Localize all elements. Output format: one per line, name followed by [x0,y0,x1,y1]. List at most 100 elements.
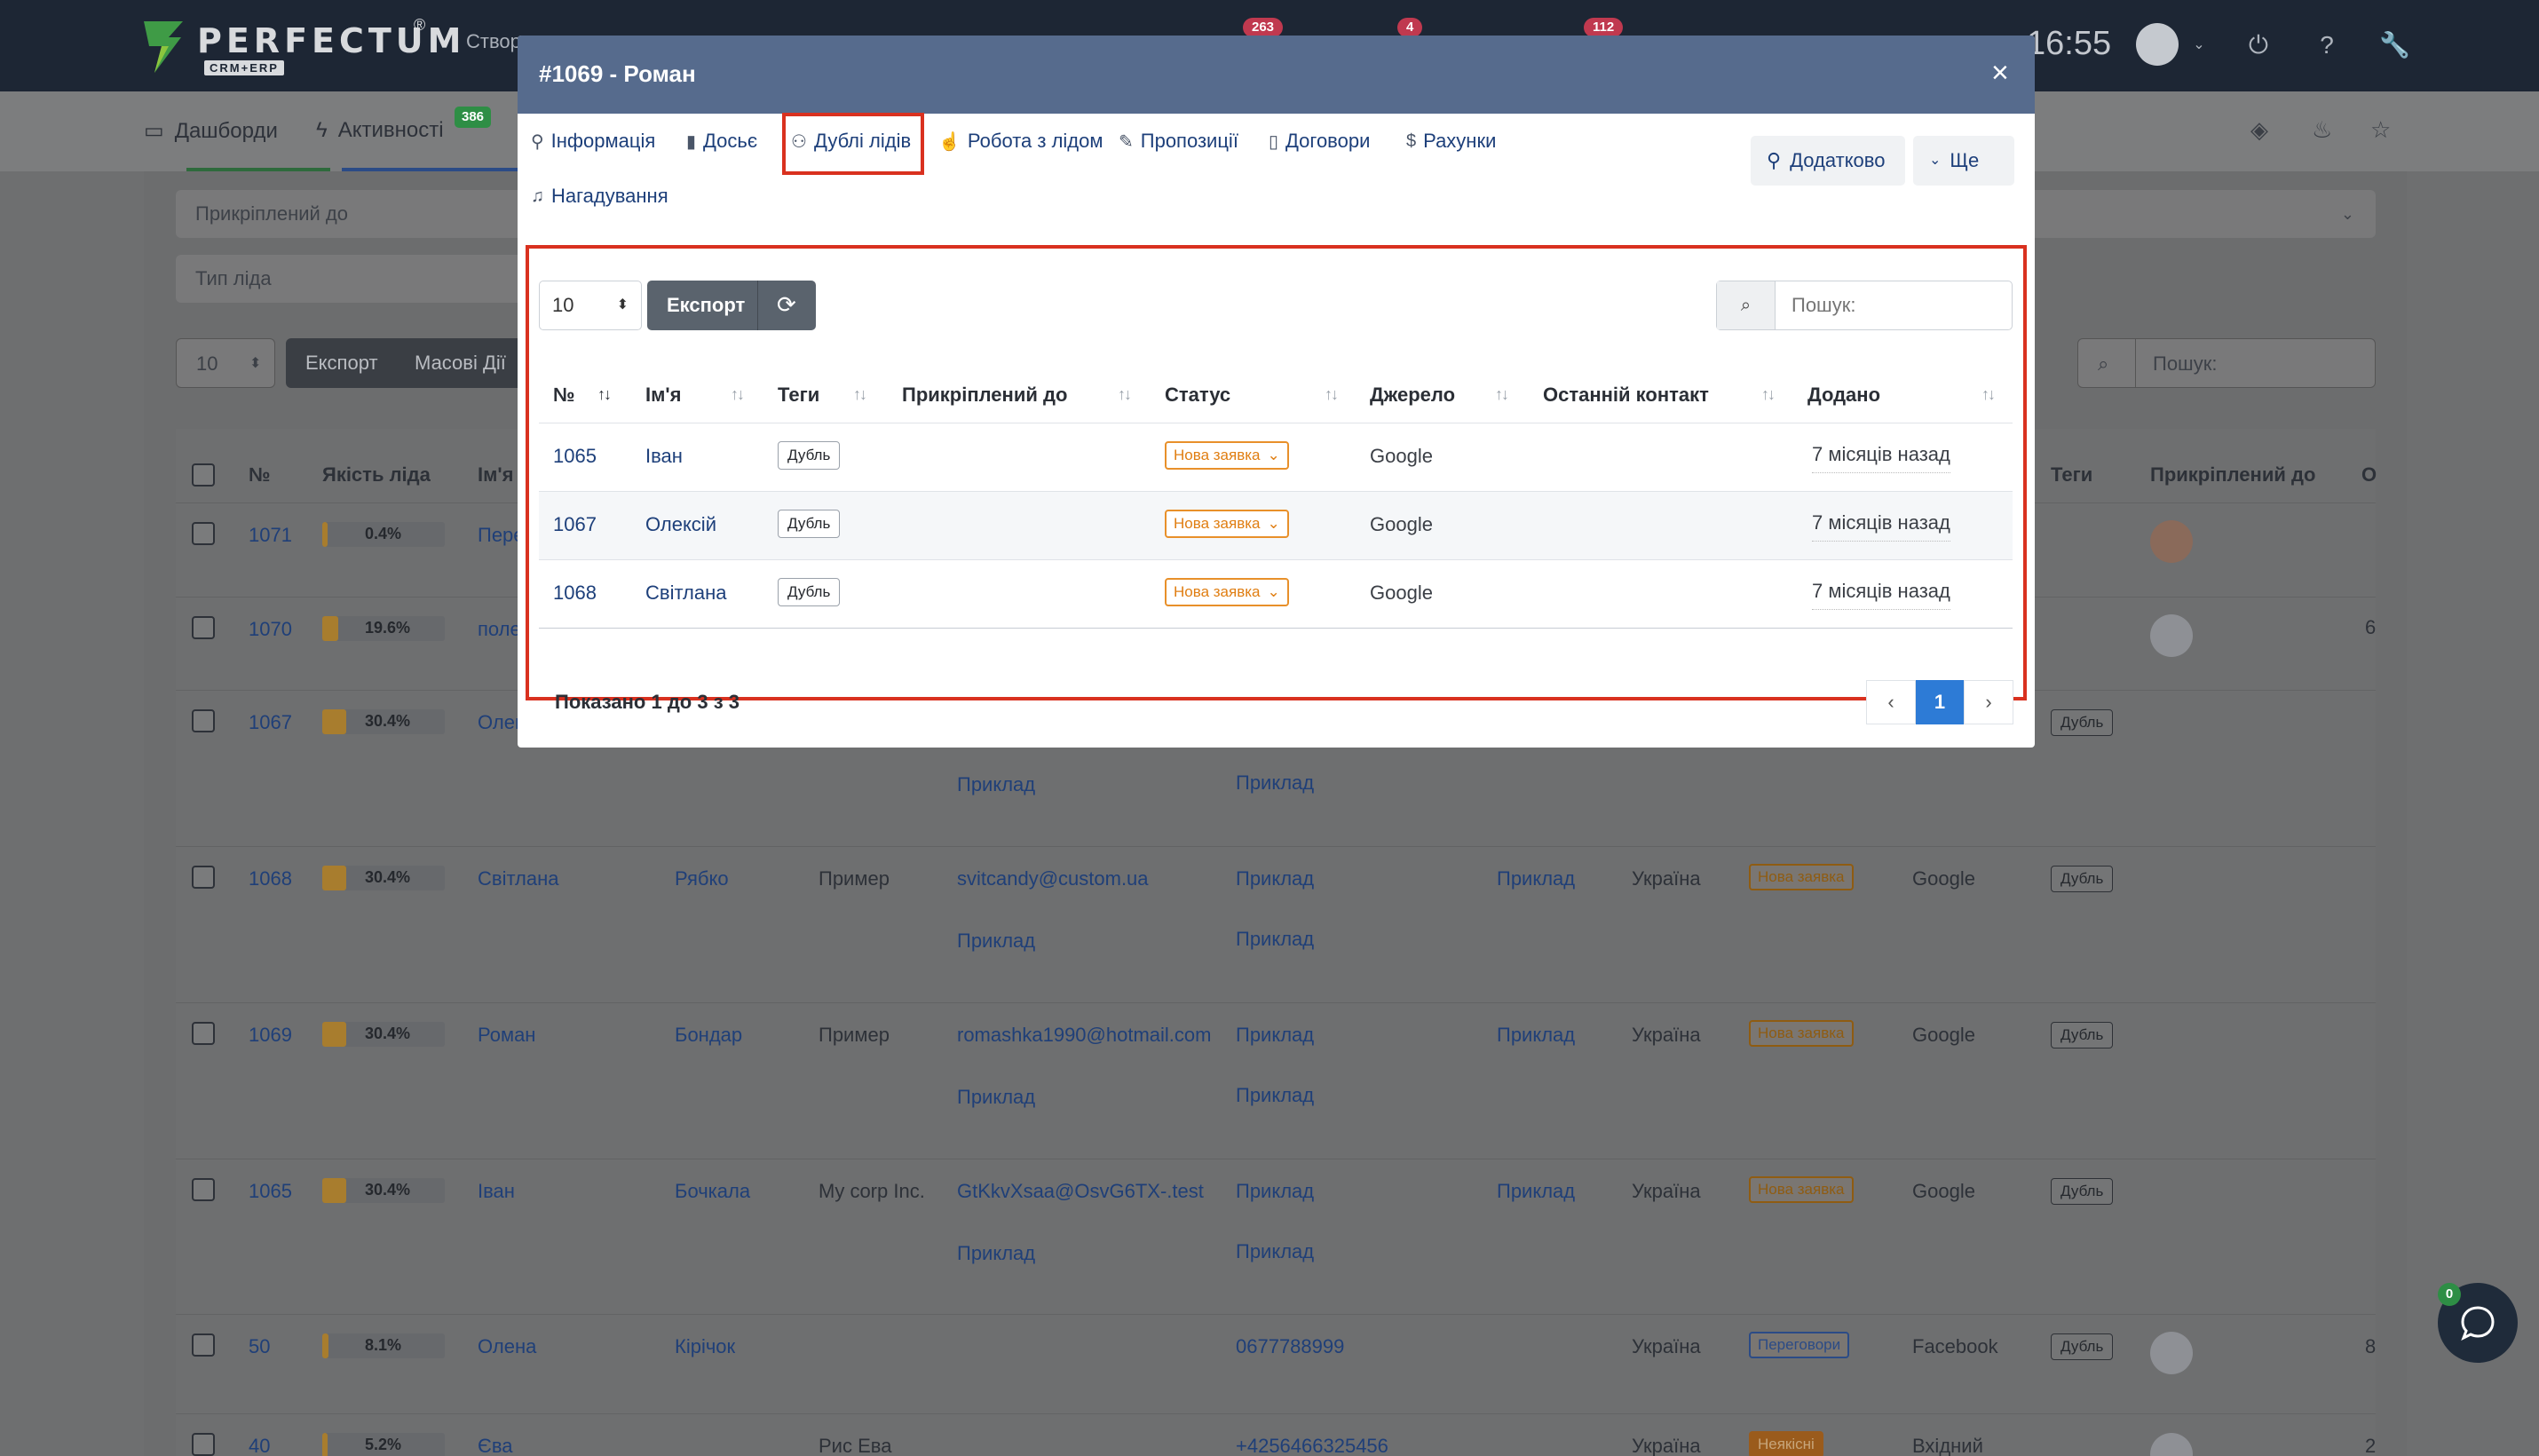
fire-icon[interactable]: ♨ [2312,116,2332,144]
tab-contracts[interactable]: ▯ Договори [1269,130,1370,153]
tab-reminders[interactable]: ♫ Нагадування [531,185,668,208]
bg-email[interactable]: svitcandy@custom.ua [957,867,1149,890]
bg-lead-surname[interactable]: Кірічок [675,1335,735,1358]
sort-icon[interactable]: ↑↓ [1495,385,1509,404]
bg-phone[interactable]: Приклад [1236,1180,1314,1203]
select-all-checkbox[interactable] [192,463,215,487]
col-attached[interactable]: Прикріплений до [902,384,1067,407]
bg-search[interactable]: ⌕ Пошук: [2077,338,2376,388]
sort-icon[interactable]: ↑↓ [1981,385,1996,404]
bg-lead-id[interactable]: 40 [249,1435,270,1456]
bg-lead-name[interactable]: Іван [478,1180,515,1203]
page-size-select[interactable]: 10 ⬍ [539,281,642,330]
create-menu[interactable]: Створ [466,30,521,53]
nav-dashboards[interactable]: ▭ Дашборди [144,118,278,144]
bg-lead-surname[interactable]: Бочкала [675,1180,750,1203]
bg-col-quality[interactable]: Якість ліда [322,463,431,487]
col-number[interactable]: № [553,384,575,407]
filter-lead-type[interactable]: Тип ліда [176,255,531,303]
bg-email[interactable]: romashka1990@hotmail.com [957,1024,1211,1047]
sort-icon[interactable]: ↑↓ [731,385,745,404]
tab-lead-work[interactable]: ☝ Робота з лідом [938,130,1103,153]
bg-col[interactable]: Приклад [1497,1024,1575,1047]
bg-phone2[interactable]: Приклад [1236,1240,1314,1263]
row-checkbox[interactable] [192,616,215,639]
row-checkbox[interactable] [192,522,215,545]
nav-activities[interactable]: ϟ Активності [316,118,444,143]
bg-lead-id[interactable]: 1070 [249,618,292,641]
bg-lead-id[interactable]: 1067 [249,711,292,734]
lead-name-link[interactable]: Іван [645,445,683,468]
bg-phone[interactable]: Приклад [1236,772,1314,795]
bg-page-size-select[interactable]: 10 ⬍ [176,338,275,388]
pagination-prev[interactable]: ‹ [1866,680,1916,724]
perfectum-logo[interactable]: PERFECTUM ® CRM+ERP [142,16,461,78]
bg-col-tags[interactable]: Теги [2051,463,2092,487]
row-checkbox[interactable] [192,1333,215,1357]
avatar[interactable] [2150,614,2193,657]
chevron-down-icon[interactable]: ⌄ [2184,30,2214,60]
bg-lead-id[interactable]: 1065 [249,1180,292,1203]
user-avatar[interactable] [2136,23,2179,66]
avatar[interactable] [2150,1332,2193,1374]
more-button[interactable]: ⌄ Ще [1913,136,2014,186]
export-button[interactable]: Експорт [667,281,745,330]
bg-status-dropdown[interactable]: Нова заявка [1749,1176,1854,1203]
bg-lead-surname[interactable]: Бондар [675,1024,742,1047]
bg-email[interactable]: GtKkvXsaa@OsvG6TX-.test [957,1180,1204,1203]
refresh-icon[interactable]: ⟳ [777,291,796,318]
bg-col-number[interactable]: № [249,463,271,487]
col-added[interactable]: Додано [1807,384,1880,407]
bg-phone[interactable]: Приклад [1236,1024,1314,1047]
help-icon[interactable]: ? [2312,30,2342,60]
bg-lead-name[interactable]: поле [478,618,521,641]
chat-button[interactable]: 0 [2438,1283,2518,1363]
row-checkbox[interactable] [192,709,215,732]
bg-lead-id[interactable]: 50 [249,1335,270,1358]
lead-name-link[interactable]: Світлана [645,582,727,605]
tab-invoices[interactable]: $ Рахунки [1406,130,1496,153]
lead-name-link[interactable]: Олексій [645,513,716,536]
bg-lead-name[interactable]: Олек [478,711,524,734]
col-name[interactable]: Ім'я [645,384,681,407]
tab-proposals[interactable]: ✎ Пропозиції [1119,130,1238,153]
bg-lead-name[interactable]: Роман [478,1024,535,1047]
bg-lead-id[interactable]: 1071 [249,524,292,547]
bg-col-o[interactable]: О [2361,463,2377,487]
row-checkbox[interactable] [192,1022,215,1045]
sort-asc-icon[interactable]: ↑↓ [597,385,612,404]
lead-id-link[interactable]: 1067 [553,513,597,536]
power-icon[interactable]: ⏻ [2243,30,2274,60]
bg-col-name[interactable]: Ім'я [478,463,513,487]
bg-phone2[interactable]: Приклад [1236,928,1314,951]
close-icon[interactable]: × [1991,55,2009,91]
bg-lead-name[interactable]: Єва [478,1435,513,1456]
sort-icon[interactable]: ↑↓ [853,385,867,404]
bg-lead-id[interactable]: 1069 [249,1024,292,1047]
status-dropdown[interactable]: Нова заявка ⌄ [1165,510,1289,538]
bg-col[interactable]: Приклад [1497,867,1575,890]
bg-email2[interactable]: Приклад [957,1242,1035,1265]
lead-id-link[interactable]: 1068 [553,582,597,605]
bg-phone[interactable]: +4256466325456 [1236,1435,1388,1456]
col-status[interactable]: Статус [1165,384,1230,407]
bg-lead-name[interactable]: Олена [478,1335,536,1358]
row-checkbox[interactable] [192,1433,215,1456]
col-tags[interactable]: Теги [778,384,819,407]
row-checkbox[interactable] [192,866,215,889]
tab-dossier[interactable]: ▮ Досьє [686,130,757,153]
bg-phone2[interactable]: Приклад [1236,1084,1314,1107]
tab-information[interactable]: ⚲ Інформація [531,130,655,153]
star-icon[interactable]: ☆ [2370,116,2391,144]
col-last-contact[interactable]: Останній контакт [1543,384,1709,407]
pagination-page-1[interactable]: 1 [1916,680,1964,724]
bg-phone[interactable]: 0677788999 [1236,1335,1344,1358]
col-source[interactable]: Джерело [1370,384,1455,407]
sort-icon[interactable]: ↑↓ [1118,385,1132,404]
sort-icon[interactable]: ↑↓ [1761,385,1776,404]
layers-icon[interactable]: ◈ [2250,116,2268,144]
search-icon[interactable]: ⌕ [1717,281,1776,329]
bg-email2[interactable]: Приклад [957,773,1035,796]
bg-status-dropdown[interactable]: Переговори [1749,1332,1850,1358]
wrench-icon[interactable]: 🔧 [2379,30,2410,60]
